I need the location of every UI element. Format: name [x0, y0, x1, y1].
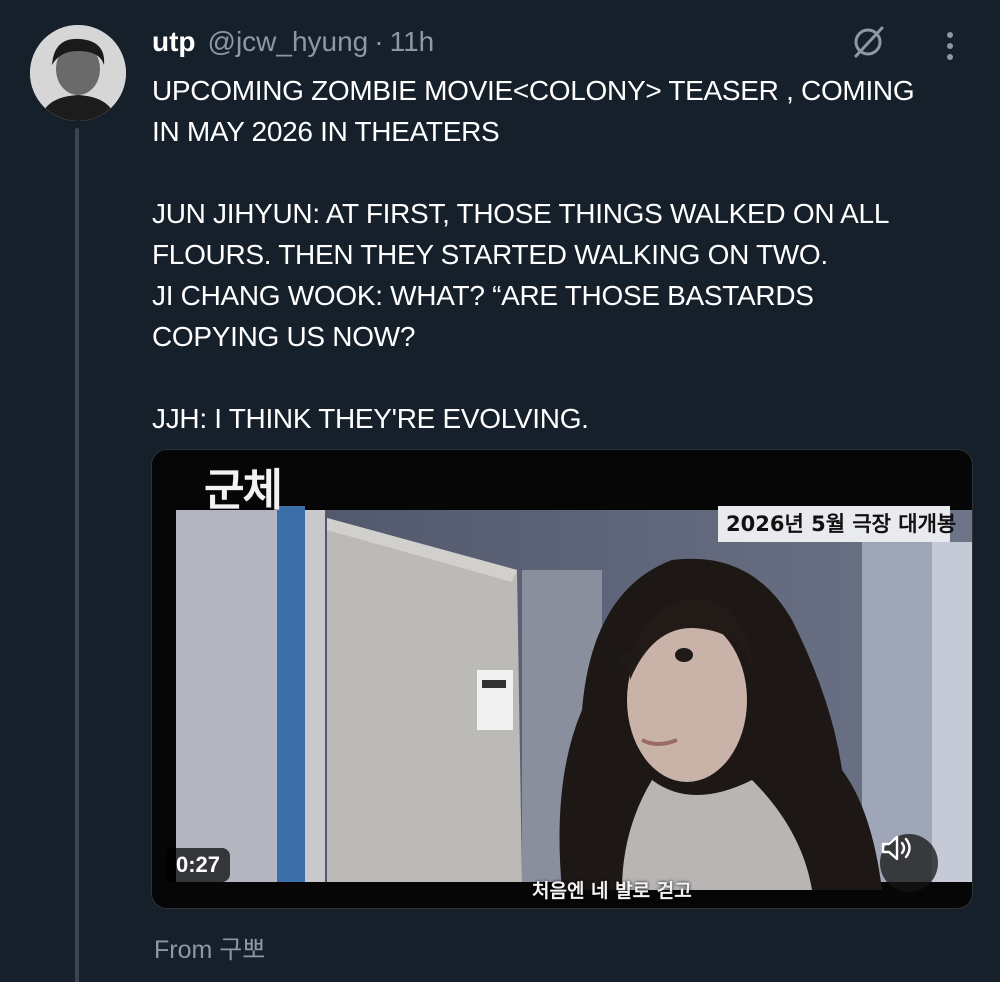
mute-button[interactable] — [880, 834, 938, 892]
tweet-text: UPCOMING ZOMBIE MOVIE<COLONY> TEASER , C… — [152, 75, 915, 434]
display-name[interactable]: utp — [152, 26, 196, 58]
avatar-image — [30, 25, 126, 121]
duration-badge: 0:27 — [166, 848, 231, 882]
release-date-overlay: 2026년 5월 극장 대개봉 — [726, 512, 957, 536]
separator-dot: · — [374, 26, 384, 57]
grok-icon[interactable] — [848, 22, 888, 62]
avatar[interactable] — [30, 25, 126, 121]
tweet-page: utp @jcw_hyung · 11h UPCOMING ZOMBIE MOV… — [0, 0, 1000, 982]
timestamp[interactable]: 11h — [390, 26, 435, 58]
video-player[interactable]: 군체 2026년 5월 극장 대개봉 처음엔 네 발로 걷고 0:27 — [151, 449, 973, 909]
source-attribution[interactable]: From 구뽀 — [154, 930, 265, 966]
user-handle[interactable]: @jcw_hyung — [208, 26, 369, 58]
film-title-overlay: 군체 — [204, 465, 283, 516]
more-vertical-icon[interactable] — [935, 28, 965, 64]
thread-line — [75, 128, 79, 982]
volume-icon — [881, 835, 911, 861]
tweet-header: utp @jcw_hyung · 11h — [152, 26, 434, 62]
video-subtitle: 처음엔 네 발로 걷고 — [532, 880, 692, 902]
